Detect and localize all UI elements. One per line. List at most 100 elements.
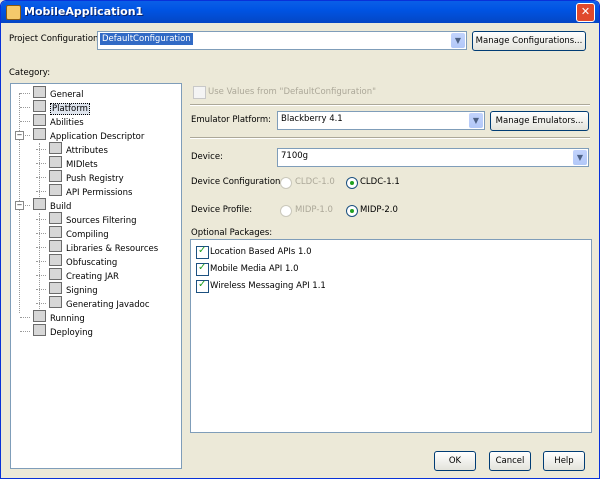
category-label: Category: bbox=[9, 68, 51, 78]
ok-button[interactable]: OK bbox=[434, 451, 476, 471]
tree-item[interactable]: General bbox=[33, 86, 84, 100]
use-values-checkbox[interactable] bbox=[193, 86, 206, 99]
tree-item-label: Compiling bbox=[66, 230, 109, 240]
javadoc-icon bbox=[49, 296, 62, 308]
tree-item[interactable]: Build bbox=[33, 198, 71, 212]
emulator-platform-label: Emulator Platform: bbox=[191, 115, 272, 125]
tree-item[interactable]: Generating Javadoc bbox=[49, 296, 150, 310]
optional-packages-label: Optional Packages: bbox=[191, 228, 273, 238]
tree-item[interactable]: Abilities bbox=[33, 114, 84, 128]
tree-item[interactable]: Push Registry bbox=[49, 170, 124, 184]
descriptor-icon bbox=[33, 128, 46, 140]
collapse-icon[interactable]: − bbox=[15, 131, 24, 140]
cldc11-radio[interactable] bbox=[346, 177, 358, 189]
package-checkbox[interactable] bbox=[196, 262, 209, 276]
tree-item-label: Running bbox=[50, 314, 85, 324]
package-label: Mobile Media API 1.0 bbox=[210, 264, 299, 274]
attributes-icon bbox=[49, 142, 62, 154]
package-checkbox[interactable] bbox=[196, 279, 209, 293]
tree-item[interactable]: Running bbox=[33, 310, 85, 324]
compiling-icon bbox=[49, 226, 62, 238]
tree-item-label: Application Descriptor bbox=[50, 132, 145, 142]
tree-item-label: Obfuscating bbox=[66, 258, 118, 268]
window-title: MobileApplication1 bbox=[24, 5, 144, 18]
package-checkbox[interactable] bbox=[196, 245, 209, 259]
title-bar[interactable]: MobileApplication1 ✕ bbox=[1, 1, 599, 23]
divider bbox=[190, 137, 590, 139]
push-registry-icon bbox=[49, 170, 62, 182]
api-permissions-icon bbox=[49, 184, 62, 196]
platform-icon bbox=[33, 100, 46, 112]
package-label: Wireless Messaging API 1.1 bbox=[210, 281, 326, 291]
manage-emulators-button[interactable]: Manage Emulators... bbox=[490, 111, 589, 131]
tree-item[interactable]: Signing bbox=[49, 282, 98, 296]
tree-item-label: General bbox=[50, 90, 84, 100]
use-values-label: Use Values from "DefaultConfiguration" bbox=[208, 87, 377, 97]
tree-item[interactable]: Deploying bbox=[33, 324, 93, 338]
cancel-button[interactable]: Cancel bbox=[489, 451, 531, 471]
divider bbox=[190, 104, 590, 106]
sources-filtering-icon bbox=[49, 212, 62, 224]
tree-item-label: Signing bbox=[66, 286, 98, 296]
creating-jar-icon bbox=[49, 268, 62, 280]
optional-packages-list[interactable]: Location Based APIs 1.0 Mobile Media API … bbox=[190, 239, 592, 433]
cldc10-label: CLDC-1.0 bbox=[295, 177, 335, 187]
tree-item-label: Build bbox=[50, 202, 72, 212]
project-config-label: Project Configuration: bbox=[9, 34, 102, 44]
running-icon bbox=[33, 310, 46, 322]
collapse-icon[interactable]: − bbox=[15, 201, 24, 210]
project-config-value: DefaultConfiguration bbox=[100, 33, 193, 45]
project-config-select[interactable]: DefaultConfiguration ▼ bbox=[97, 31, 467, 50]
tree-item[interactable]: Obfuscating bbox=[49, 254, 117, 268]
tree-item[interactable]: Platform bbox=[33, 100, 90, 115]
close-button[interactable]: ✕ bbox=[576, 3, 595, 22]
midlets-icon bbox=[49, 156, 62, 168]
tree-item[interactable]: API Permissions bbox=[49, 184, 132, 198]
tree-item-label: Deploying bbox=[50, 328, 93, 338]
chevron-down-icon[interactable]: ▼ bbox=[469, 113, 483, 128]
tree-item-label: Attributes bbox=[66, 146, 108, 156]
midp20-label: MIDP-2.0 bbox=[360, 205, 398, 215]
tree-item-label: Push Registry bbox=[66, 174, 124, 184]
tree-item[interactable]: MIDlets bbox=[49, 156, 98, 170]
tree-item[interactable]: Creating JAR bbox=[49, 268, 119, 282]
manage-configurations-button[interactable]: Manage Configurations... bbox=[472, 31, 586, 51]
tree-item-label: Generating Javadoc bbox=[66, 300, 150, 310]
chevron-down-icon[interactable]: ▼ bbox=[573, 150, 587, 165]
package-label: Location Based APIs 1.0 bbox=[210, 247, 312, 257]
tree-item-label: Sources Filtering bbox=[66, 216, 137, 226]
obfuscating-icon bbox=[49, 254, 62, 266]
tree-item[interactable]: Compiling bbox=[49, 226, 109, 240]
tree-item-label: Libraries & Resources bbox=[66, 244, 159, 254]
deploying-icon bbox=[33, 324, 46, 336]
tree-item[interactable]: Attributes bbox=[49, 142, 108, 156]
midp10-radio[interactable] bbox=[280, 205, 292, 217]
tree-item-label: API Permissions bbox=[66, 188, 133, 198]
category-tree[interactable]: General Platform Abilities Application Desc… bbox=[10, 83, 182, 469]
tree-item-label: Creating JAR bbox=[66, 272, 119, 282]
tree-item[interactable]: Libraries & Resources bbox=[49, 240, 158, 254]
cldc11-label: CLDC-1.1 bbox=[360, 177, 400, 187]
app-icon bbox=[6, 5, 21, 20]
midp20-radio[interactable] bbox=[346, 205, 358, 217]
device-profile-label: Device Profile: bbox=[191, 205, 253, 215]
chevron-down-icon[interactable]: ▼ bbox=[451, 33, 465, 48]
build-icon bbox=[33, 198, 46, 210]
device-label: Device: bbox=[191, 152, 223, 162]
emulator-platform-select[interactable]: Blackberry 4.1 ▼ bbox=[277, 111, 485, 130]
dialog-window: MobileApplication1 ✕ Project Configurati… bbox=[0, 0, 600, 479]
help-button[interactable]: Help bbox=[543, 451, 585, 471]
tree-item-label: Abilities bbox=[50, 118, 84, 128]
tree-item-label: MIDlets bbox=[66, 160, 98, 170]
abilities-icon bbox=[33, 114, 46, 126]
tree-item[interactable]: Sources Filtering bbox=[49, 212, 137, 226]
device-configuration-label: Device Configuration: bbox=[191, 177, 284, 187]
cldc10-radio[interactable] bbox=[280, 177, 292, 189]
general-icon bbox=[33, 86, 46, 98]
device-select[interactable]: 7100g ▼ bbox=[277, 148, 589, 167]
libraries-icon bbox=[49, 240, 62, 252]
midp10-label: MIDP-1.0 bbox=[295, 205, 333, 215]
device-value: 7100g bbox=[281, 151, 309, 161]
tree-item[interactable]: Application Descriptor bbox=[33, 128, 144, 142]
emulator-platform-value: Blackberry 4.1 bbox=[281, 114, 343, 124]
